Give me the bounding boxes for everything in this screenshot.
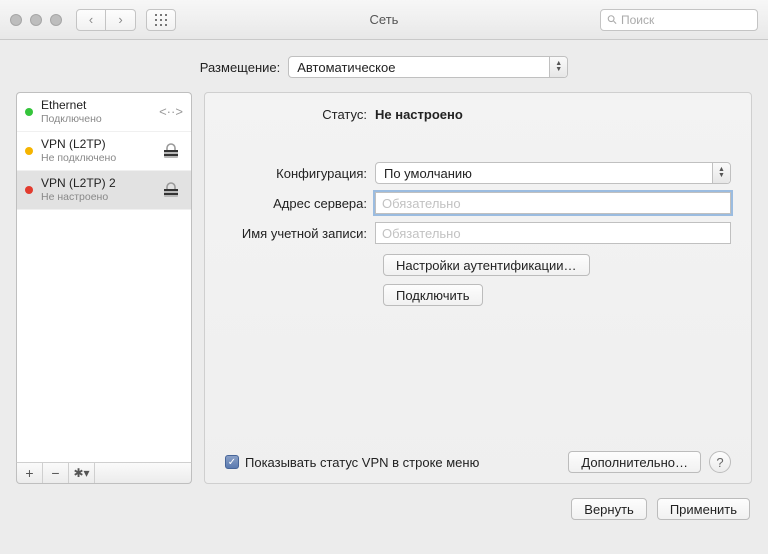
account-input[interactable] — [375, 222, 731, 244]
service-list: Ethernet Подключено <··> VPN (L2TP) Не п… — [16, 92, 192, 462]
service-item-vpn1[interactable]: VPN (L2TP) Не подключено — [17, 132, 191, 171]
account-label: Имя учетной записи: — [225, 226, 375, 241]
status-value: Не настроено — [375, 107, 731, 122]
search-field[interactable] — [600, 9, 758, 31]
status-label: Статус: — [225, 107, 375, 122]
show-all-button[interactable] — [146, 9, 176, 31]
service-item-vpn2[interactable]: VPN (L2TP) 2 Не настроено — [17, 171, 191, 210]
close-icon[interactable] — [10, 14, 22, 26]
show-vpn-label: Показывать статус VPN в строке меню — [245, 455, 479, 470]
bottom-bar: Вернуть Применить — [0, 484, 768, 520]
forward-button[interactable]: › — [106, 9, 136, 31]
service-item-ethernet[interactable]: Ethernet Подключено <··> — [17, 93, 191, 132]
lock-icon — [159, 141, 183, 161]
service-name: VPN (L2TP) 2 — [41, 177, 151, 191]
service-status: Не настроено — [41, 191, 151, 203]
connect-button[interactable]: Подключить — [383, 284, 483, 306]
detail-panel: Статус: Не настроено Конфигурация: По ум… — [204, 92, 752, 484]
advanced-button[interactable]: Дополнительно… — [568, 451, 701, 473]
service-status: Не подключено — [41, 152, 151, 164]
config-select[interactable]: По умолчанию ▲▼ — [375, 162, 731, 184]
status-dot — [25, 108, 33, 116]
grid-icon — [155, 14, 167, 26]
status-dot — [25, 147, 33, 155]
status-dot — [25, 186, 33, 194]
lock-icon — [159, 180, 183, 200]
checkmark-icon: ✓ — [225, 455, 239, 469]
sidebar: Ethernet Подключено <··> VPN (L2TP) Не п… — [16, 92, 192, 484]
nav-buttons: ‹ › — [76, 9, 136, 31]
chevron-updown-icon: ▲▼ — [549, 57, 567, 77]
location-select[interactable]: Автоматическое ▲▼ — [288, 56, 568, 78]
service-toolbar: + − ✱▾ — [16, 462, 192, 484]
config-label: Конфигурация: — [225, 166, 375, 181]
location-value: Автоматическое — [297, 60, 395, 75]
revert-button[interactable]: Вернуть — [571, 498, 647, 520]
link-icon: <··> — [159, 102, 183, 122]
back-button[interactable]: ‹ — [76, 9, 106, 31]
content: Ethernet Подключено <··> VPN (L2TP) Не п… — [0, 92, 768, 484]
service-action-menu[interactable]: ✱▾ — [69, 463, 95, 483]
add-service-button[interactable]: + — [17, 463, 43, 483]
apply-button[interactable]: Применить — [657, 498, 750, 520]
service-name: Ethernet — [41, 99, 151, 113]
search-input[interactable] — [621, 13, 751, 27]
search-icon — [607, 14, 617, 25]
server-label: Адрес сервера: — [225, 196, 375, 211]
zoom-icon[interactable] — [50, 14, 62, 26]
chevron-updown-icon: ▲▼ — [712, 163, 730, 183]
auth-settings-button[interactable]: Настройки аутентификации… — [383, 254, 590, 276]
service-status: Подключено — [41, 113, 151, 125]
detail-footer: ✓ Показывать статус VPN в строке меню До… — [225, 451, 731, 473]
show-vpn-checkbox[interactable]: ✓ Показывать статус VPN в строке меню — [225, 455, 479, 470]
help-button[interactable]: ? — [709, 451, 731, 473]
minimize-icon[interactable] — [30, 14, 42, 26]
location-label: Размещение: — [200, 60, 281, 75]
titlebar: ‹ › Сеть — [0, 0, 768, 40]
config-value: По умолчанию — [384, 166, 472, 181]
location-row: Размещение: Автоматическое ▲▼ — [0, 40, 768, 92]
service-name: VPN (L2TP) — [41, 138, 151, 152]
window-title: Сеть — [370, 12, 399, 27]
server-input[interactable] — [375, 192, 731, 214]
remove-service-button[interactable]: − — [43, 463, 69, 483]
window-controls — [10, 14, 62, 26]
